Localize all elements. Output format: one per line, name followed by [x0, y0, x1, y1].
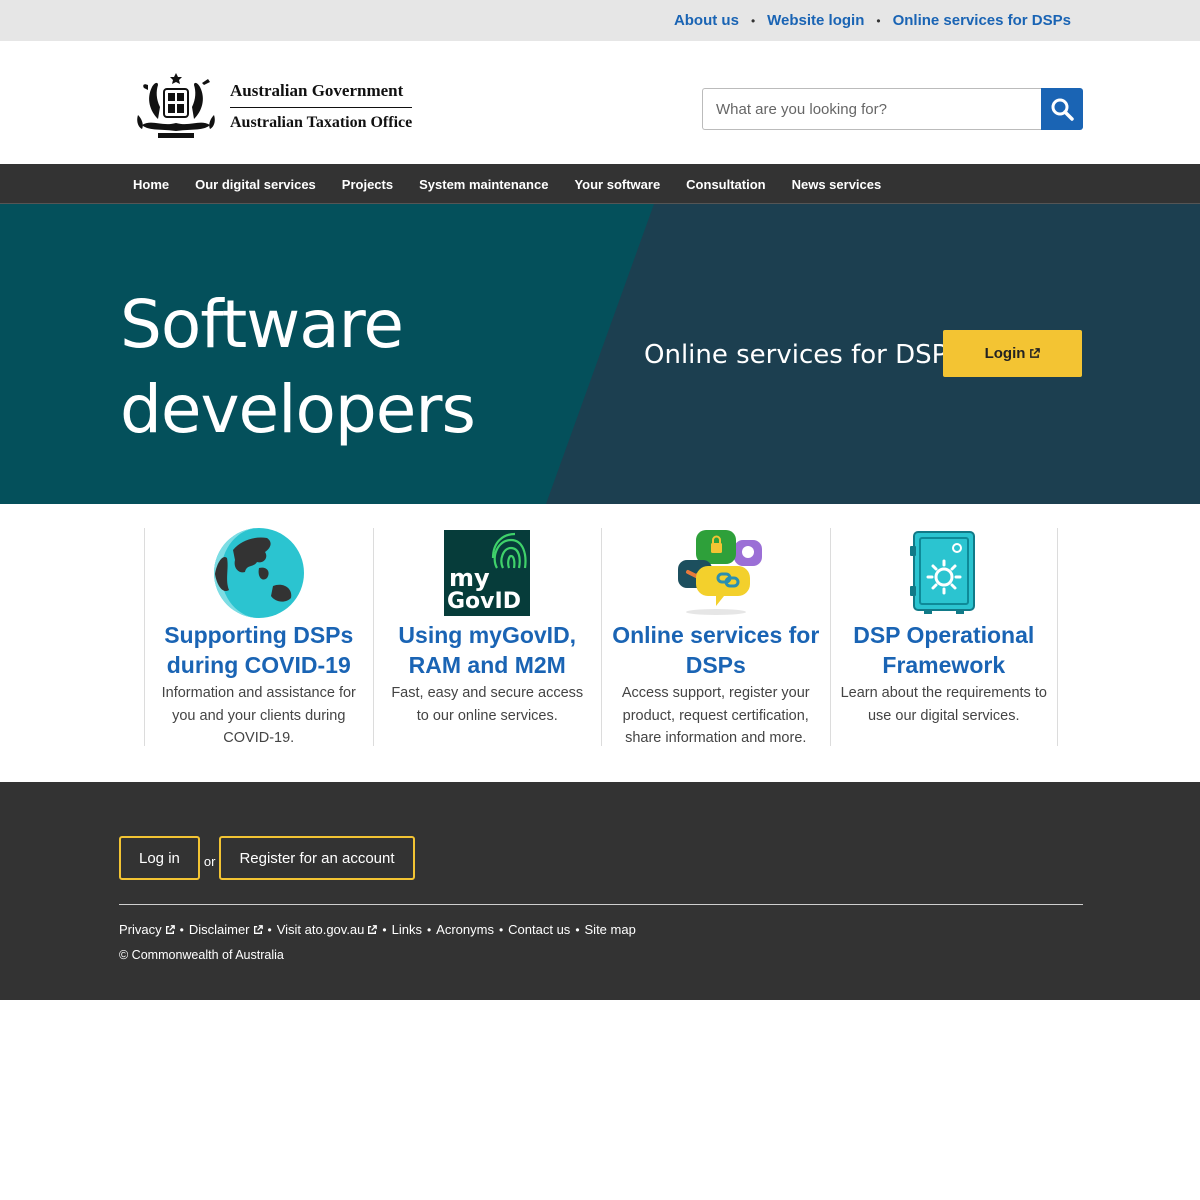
- card-title: DSP Operational Framework: [853, 622, 1035, 678]
- chat-bubbles-icon: [677, 530, 762, 615]
- nav-item-your-software[interactable]: Your software: [561, 177, 673, 192]
- card-mygovid[interactable]: my GovID Using myGovID, RAM and M2M Fast…: [372, 528, 602, 746]
- logo-government-text: Australian Government: [230, 81, 413, 108]
- card-operational-framework[interactable]: DSP Operational Framework Learn about th…: [829, 528, 1058, 746]
- mygovid-logo-govid: GovID: [447, 589, 521, 614]
- external-link-icon: [253, 925, 263, 934]
- footer-actions: Log in or Register for an account: [119, 836, 415, 880]
- card-covid-support[interactable]: Supporting DSPs during COVID-19 Informat…: [144, 528, 373, 746]
- footer-link-label: Visit ato.gov.au: [276, 922, 365, 937]
- online-services-dsps-link[interactable]: Online services for DSPs: [893, 12, 1071, 29]
- footer-link-acronyms[interactable]: Acronyms: [436, 922, 494, 937]
- coat-of-arms-icon: [137, 73, 215, 138]
- dsp-login-label: Online services for DSPs: [644, 340, 961, 370]
- card-description: Learn about the requirements to use our …: [840, 685, 1047, 724]
- footer-separator: •: [575, 922, 580, 937]
- page-title-line2: developers: [120, 371, 476, 448]
- nav-item-news-services[interactable]: News services: [779, 177, 895, 192]
- footer-link-label: Disclaimer: [188, 922, 250, 937]
- card-title: Online services for DSPs: [612, 622, 820, 678]
- footer-divider: [119, 904, 1083, 905]
- footer-separator: •: [498, 922, 504, 937]
- utility-links: About us • Website login • Online servic…: [674, 0, 1071, 41]
- footer-or-text: or: [203, 853, 216, 869]
- card-description: Information and assistance for you and y…: [161, 685, 356, 746]
- copyright-text: © Commonwealth of Australia: [119, 948, 284, 962]
- footer-link-site-map[interactable]: Site map: [585, 922, 636, 937]
- dsp-login-button-label: Login: [984, 345, 1026, 362]
- card-description: Access support, register your product, r…: [621, 685, 810, 746]
- website-login-link[interactable]: Website login: [767, 12, 864, 29]
- card-description: Fast, easy and secure access to our onli…: [391, 685, 584, 724]
- mygovid-logo-icon: my GovID: [444, 530, 531, 616]
- nav-item-system-maintenance[interactable]: System maintenance: [406, 177, 561, 192]
- ato-logo[interactable]: Australian Government Australian Taxatio…: [128, 69, 420, 143]
- hero-banner: Software developers Online services for …: [0, 204, 1200, 504]
- footer-separator: •: [267, 922, 272, 937]
- footer-link-visit-ato[interactable]: Visit ato.gov.au: [277, 922, 378, 937]
- utility-separator: •: [876, 13, 881, 28]
- globe-icon: [213, 528, 304, 618]
- site-search: [702, 88, 1083, 130]
- footer-link-label: Privacy: [119, 922, 162, 937]
- footer-separator: •: [426, 922, 432, 937]
- register-account-button[interactable]: Register for an account: [219, 836, 415, 880]
- footer-links: Privacy • Disclaimer • Visit ato.gov.au …: [119, 922, 636, 937]
- site-footer: Log in or Register for an account Privac…: [0, 782, 1200, 1000]
- nav-item-home[interactable]: Home: [120, 177, 182, 192]
- search-input[interactable]: [702, 88, 1041, 130]
- utility-separator: •: [750, 13, 756, 28]
- footer-link-contact-us[interactable]: Contact us: [508, 922, 570, 937]
- external-link-icon: [165, 925, 175, 934]
- card-title: Using myGovID, RAM and M2M: [398, 622, 577, 678]
- search-button[interactable]: [1041, 88, 1083, 130]
- logo-ato-text: Australian Taxation Office: [230, 113, 413, 131]
- page-title: Software developers: [120, 282, 476, 452]
- card-title: Supporting DSPs during COVID-19: [164, 622, 354, 678]
- utility-bar: About us • Website login • Online servic…: [0, 0, 1200, 41]
- safe-icon: [909, 531, 975, 614]
- page-title-line1: Software: [120, 286, 404, 363]
- footer-link-links[interactable]: Links: [392, 922, 422, 937]
- footer-link-privacy[interactable]: Privacy: [119, 922, 175, 937]
- nav-item-consultation[interactable]: Consultation: [673, 177, 778, 192]
- footer-separator: •: [179, 922, 184, 937]
- footer-login-button[interactable]: Log in: [119, 836, 200, 880]
- external-link-icon: [1030, 348, 1041, 358]
- main-nav: Home Our digital services Projects Syste…: [0, 164, 1200, 204]
- footer-separator: •: [382, 922, 387, 937]
- card-online-services[interactable]: Online services for DSPs Access support,…: [601, 528, 830, 746]
- search-icon: [1051, 98, 1074, 121]
- dsp-login-button[interactable]: Login: [943, 330, 1082, 377]
- mygovid-logo-my: my: [449, 564, 490, 592]
- nav-item-projects[interactable]: Projects: [329, 177, 406, 192]
- about-us-link[interactable]: About us: [674, 12, 739, 29]
- site-header: Australian Government Australian Taxatio…: [0, 41, 1200, 164]
- logo-text: Australian Government Australian Taxatio…: [230, 81, 413, 132]
- feature-cards: Supporting DSPs during COVID-19 Informat…: [144, 528, 1058, 746]
- nav-item-our-digital-services[interactable]: Our digital services: [182, 177, 329, 192]
- footer-link-disclaimer[interactable]: Disclaimer: [189, 922, 263, 937]
- external-link-icon: [368, 925, 378, 934]
